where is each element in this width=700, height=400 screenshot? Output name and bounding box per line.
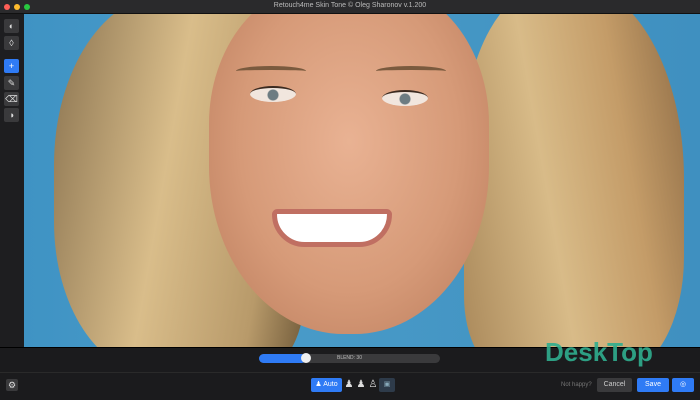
photo-eye	[250, 86, 296, 102]
photo-face	[209, 14, 489, 334]
photo-hair-right	[464, 14, 684, 347]
portrait-mode-icon[interactable]: ♟	[344, 378, 354, 392]
eraser-tool-icon[interactable]: ⌫	[4, 92, 19, 106]
cancel-button[interactable]: Cancel	[597, 378, 632, 392]
photo-smile	[272, 209, 392, 247]
photo-canvas[interactable]	[24, 14, 700, 347]
photo-eye	[382, 90, 428, 106]
brush-tool-icon[interactable]: ✎	[4, 76, 19, 90]
contrast-tool-icon[interactable]: ◑	[4, 108, 19, 122]
face-tool-icon[interactable]: ◐	[4, 19, 19, 33]
mask-tool-icon[interactable]: ◊	[4, 36, 19, 50]
settings-icon[interactable]: ⚙	[6, 379, 18, 391]
add-tool-icon[interactable]: +	[4, 59, 19, 73]
title-bar: Retouch4me Skin Tone © Oleg Sharonov v.1…	[0, 0, 700, 14]
watermark-logo: DeskTop	[545, 337, 653, 368]
window-title: Retouch4me Skin Tone © Oleg Sharonov v.1…	[0, 2, 700, 9]
full-body-mode-icon[interactable]: ♙	[368, 378, 378, 392]
blend-slider-knob[interactable]	[301, 353, 311, 363]
auto-label: Auto	[323, 381, 337, 388]
photo-brow	[376, 66, 446, 76]
export-icon[interactable]: ◎	[672, 378, 694, 392]
blend-label: BLEND: 30	[259, 355, 440, 361]
blend-slider[interactable]: BLEND: 30	[259, 354, 440, 363]
photo-brow	[236, 66, 306, 76]
not-happy-link[interactable]: Not happy?	[561, 382, 592, 388]
save-button[interactable]: Save	[637, 378, 669, 392]
divider	[0, 372, 700, 373]
tool-sidebar: ◐ ◊ + ✎ ⌫ ◑	[0, 14, 24, 347]
half-body-mode-icon[interactable]: ♟	[356, 378, 366, 392]
compare-icon[interactable]: ▣	[379, 378, 395, 392]
auto-button[interactable]: ♟ Auto	[311, 378, 342, 392]
person-icon: ♟	[315, 381, 321, 388]
